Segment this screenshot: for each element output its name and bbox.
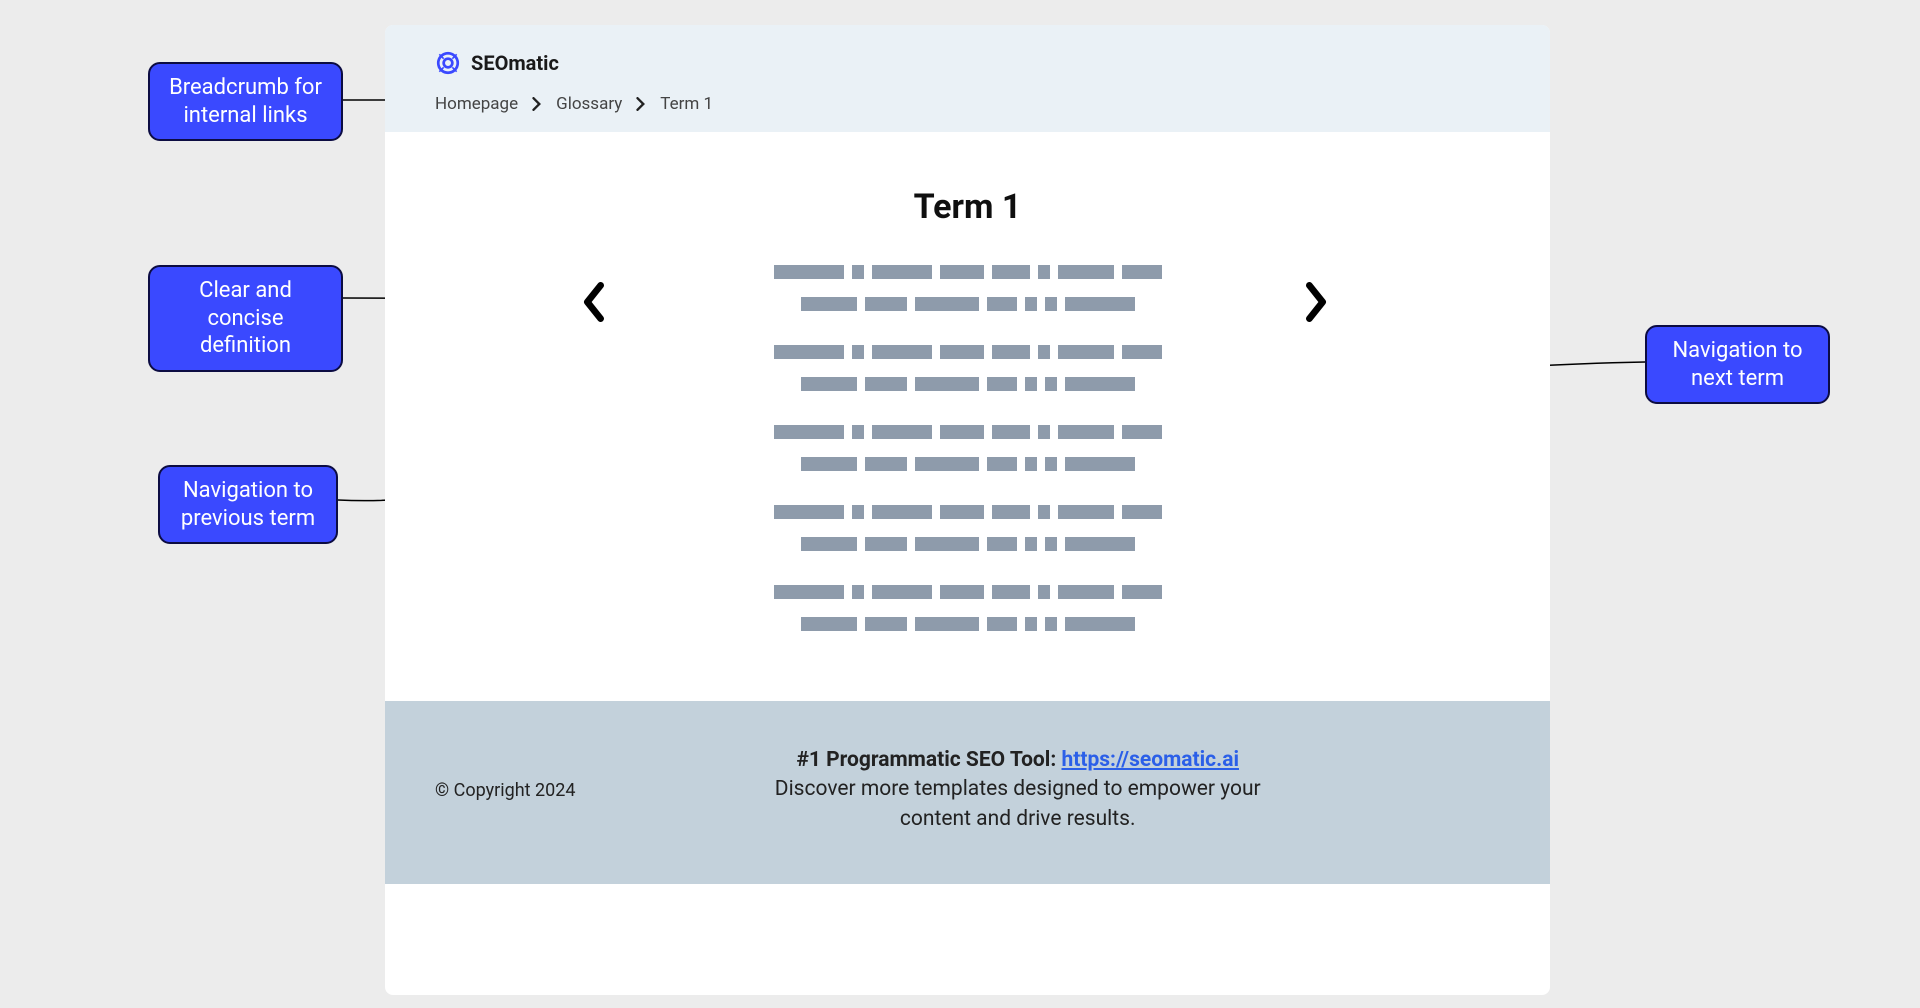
footer-tool-label: #1 Programmatic SEO Tool: [796, 748, 1056, 772]
chevron-right-icon [1302, 282, 1330, 322]
callout-next-nav: Navigation to next term [1645, 325, 1830, 404]
template-mockup: SEOmatic Homepage Glossary Term 1 Term 1 [385, 25, 1550, 995]
logo-text: SEOmatic [471, 51, 559, 75]
next-term-button[interactable] [1302, 282, 1330, 326]
mockup-footer: © Copyright 2024 #1 Programmatic SEO Too… [385, 701, 1550, 884]
breadcrumb: Homepage Glossary Term 1 [435, 94, 1500, 114]
footer-tool-link[interactable]: https://seomatic.ai [1061, 748, 1239, 772]
breadcrumb-item-glossary[interactable]: Glossary [556, 94, 622, 114]
chevron-right-icon [532, 97, 542, 111]
callout-definition: Clear and concise definition [148, 265, 343, 372]
breadcrumb-item-current: Term 1 [660, 94, 713, 114]
chevron-left-icon [580, 282, 608, 322]
callout-breadcrumb: Breadcrumb for internal links [148, 62, 343, 141]
footer-tagline: #1 Programmatic SEO Tool: https://seomat… [535, 746, 1500, 834]
term-definition-placeholder [768, 265, 1168, 631]
footer-tagline-line1: Discover more templates designed to empo… [535, 775, 1500, 804]
mockup-header: SEOmatic Homepage Glossary Term 1 [385, 25, 1550, 132]
seomatic-logo-icon [435, 50, 461, 76]
term-title: Term 1 [445, 187, 1490, 227]
mockup-body: Term 1 [385, 132, 1550, 701]
logo: SEOmatic [435, 50, 1500, 76]
callout-prev-nav: Navigation to previous term [158, 465, 338, 544]
chevron-right-icon [636, 97, 646, 111]
footer-tagline-line2: content and drive results. [535, 805, 1500, 834]
breadcrumb-item-homepage[interactable]: Homepage [435, 94, 518, 114]
prev-term-button[interactable] [580, 282, 608, 326]
